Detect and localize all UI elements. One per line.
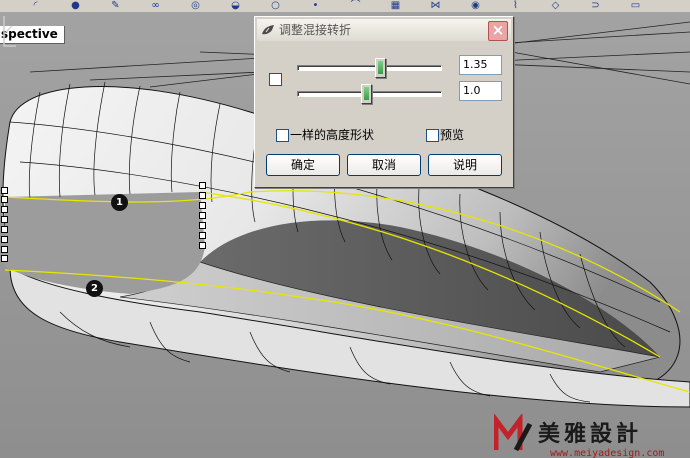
value-2-input[interactable]: 1.0 (459, 81, 502, 101)
loop-icon[interactable]: ∞ (150, 0, 161, 11)
slider-1-track[interactable] (297, 58, 442, 78)
ok-button[interactable]: 确定 (266, 154, 340, 176)
dialog-title: 调整混接转折 (279, 23, 352, 37)
sweep-icon[interactable]: ⌇ (510, 0, 521, 11)
watermark-url: www.meiyadesign.com (550, 448, 665, 458)
slider-1-thumb[interactable] (375, 58, 386, 78)
control-point[interactable] (1, 255, 8, 262)
help-button[interactable]: 说明 (428, 154, 502, 176)
control-point[interactable] (199, 212, 206, 219)
curve-icon[interactable]: ⌒ (350, 0, 361, 11)
preview-checkbox[interactable] (426, 129, 439, 142)
dome-icon[interactable]: ◒ (230, 0, 241, 11)
value-1-input[interactable]: 1.35 (459, 55, 502, 75)
preview-label: 预览 (440, 128, 465, 142)
control-point[interactable] (199, 222, 206, 229)
marker-1: 1 (111, 194, 128, 211)
blend-icon[interactable]: ⋈ (430, 0, 441, 11)
control-point[interactable] (199, 202, 206, 209)
offset-icon[interactable]: ⊃ (590, 0, 601, 11)
surface-icon[interactable]: ◎ (190, 0, 201, 11)
control-point[interactable] (1, 226, 8, 233)
target-icon[interactable]: ◉ (470, 0, 481, 11)
control-point[interactable] (199, 232, 206, 239)
patch-icon[interactable]: ◇ (550, 0, 561, 11)
slider-2-thumb[interactable] (361, 84, 372, 104)
same-height-label: 一样的高度形状 (290, 128, 375, 142)
same-height-checkbox[interactable] (276, 129, 289, 142)
mesh-icon[interactable]: ▦ (390, 0, 401, 11)
control-point[interactable] (199, 182, 206, 189)
control-point[interactable] (199, 192, 206, 199)
sphere-icon[interactable]: ● (70, 0, 81, 11)
torus-icon[interactable]: ○ (270, 0, 281, 11)
adjust-blend-bulge-dialog[interactable]: 调整混接转折 × 1.35 1.0 一样的高度形状 预览 确定 取消 说明 (254, 16, 514, 188)
rhino-app-icon (262, 25, 274, 35)
axis-indicator-icon (3, 16, 16, 47)
arc-icon[interactable]: ◜ (30, 0, 41, 11)
dialog-titlebar[interactable]: 调整混接转折 × (257, 19, 511, 41)
shell-icon[interactable]: ▭ (630, 0, 641, 11)
control-point[interactable] (1, 236, 8, 243)
link-sliders-checkbox[interactable] (269, 73, 282, 86)
slider-2-track[interactable] (297, 84, 442, 104)
meiya-logo-icon (494, 414, 533, 452)
cancel-button[interactable]: 取消 (347, 154, 421, 176)
control-point[interactable] (1, 206, 8, 213)
watermark: 美雅設計 www.meiyadesign.com (494, 414, 690, 458)
control-point[interactable] (1, 196, 8, 203)
close-button[interactable]: × (488, 21, 508, 41)
control-point[interactable] (1, 187, 8, 194)
control-point[interactable] (1, 216, 8, 223)
control-point[interactable] (1, 246, 8, 253)
marker-2: 2 (86, 280, 103, 297)
watermark-title: 美雅設計 (538, 421, 643, 447)
point-icon[interactable]: • (310, 0, 321, 11)
edit-icon[interactable]: ✎ (110, 0, 121, 11)
control-point[interactable] (199, 242, 206, 249)
